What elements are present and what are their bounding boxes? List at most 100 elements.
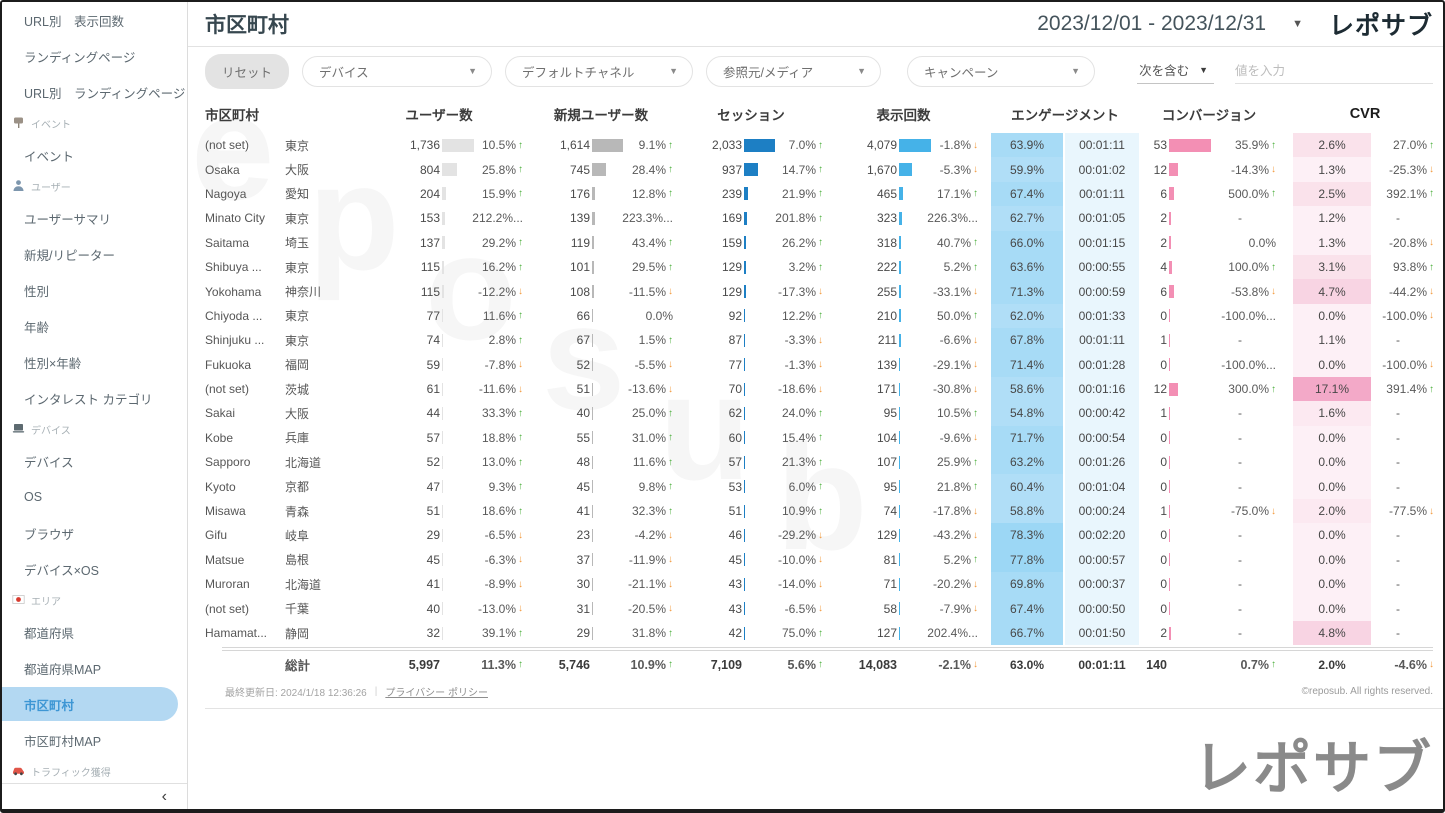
cell-engagement-rate: 63.6% xyxy=(991,255,1063,279)
cell-new-users: 119 xyxy=(526,231,626,255)
sidebar: URL別 表示回数ランディングページURL別 ランディングページイベントイベント… xyxy=(2,2,188,809)
cell-city: Sakai xyxy=(205,401,285,425)
column-header-cvr[interactable]: CVR xyxy=(1293,106,1437,122)
sidebar-item[interactable]: デバイス×OS xyxy=(2,551,187,587)
cell-engagement-time: 00:01:05 xyxy=(1065,206,1139,230)
column-header-engagement[interactable]: エンゲージメント xyxy=(991,104,1139,124)
cell-engagement-time: 00:01:15 xyxy=(1065,231,1139,255)
sidebar-item[interactable]: 性別 xyxy=(2,272,187,308)
cell-sessions: 43 xyxy=(676,596,776,620)
cell-views: 4,079 xyxy=(826,133,931,157)
delta-sessions: 24.0%↑ xyxy=(776,401,826,425)
delta-cvr: -4.6%↓ xyxy=(1371,658,1437,672)
delta-views: -9.6%↓ xyxy=(931,426,981,450)
delta-views: -2.1%↓ xyxy=(931,658,981,672)
column-header-sessions[interactable]: セッション xyxy=(676,104,826,124)
column-header-users[interactable]: ユーザー数 xyxy=(352,104,526,124)
delta-views: -30.8%↓ xyxy=(931,377,981,401)
delta-cvr: -100.0%↓ xyxy=(1371,304,1437,328)
sidebar-item[interactable]: URL別 表示回数 xyxy=(2,2,187,38)
chevron-down-icon: ▼ xyxy=(1199,65,1208,75)
cell-city: (not set) xyxy=(205,377,285,401)
column-header-views[interactable]: 表示回数 xyxy=(826,104,981,124)
filter-dropdown[interactable]: デバイス▼ xyxy=(302,56,492,87)
cell-conversions: 0 xyxy=(1139,450,1213,474)
sidebar-item[interactable]: 都道府県 xyxy=(2,614,187,650)
cell-new-users: 31 xyxy=(526,596,626,620)
cell-users: 115 xyxy=(352,279,476,303)
cell-new-users: 67 xyxy=(526,328,626,352)
date-range-picker[interactable]: 2023/12/01 - 2023/12/31 ▼ xyxy=(1037,12,1303,36)
table-row: Matsue島根45-6.3%↓37-11.9%↓45-10.0%↓815.2%… xyxy=(205,548,1443,572)
data-table: 市区町村 ユーザー数 新規ユーザー数 セッション 表示回数 エンゲージメント コ… xyxy=(188,95,1443,709)
delta-sessions: -14.0%↓ xyxy=(776,572,826,596)
cell-cvr: 0.0% xyxy=(1293,596,1371,620)
column-header-new-users[interactable]: 新規ユーザー数 xyxy=(526,104,676,124)
delta-views: 10.5%↑ xyxy=(931,401,981,425)
delta-cvr: -44.2%↓ xyxy=(1371,279,1437,303)
filter-dropdown-label: 参照元/メディア xyxy=(723,62,813,81)
delta-conversions: - xyxy=(1213,621,1279,645)
table-row: Hamamat...静岡3239.1%↑2931.8%↑4275.0%↑1272… xyxy=(205,621,1443,645)
cell-engagement-time: 00:00:42 xyxy=(1065,401,1139,425)
table-row: (not set)茨城61-11.6%↓51-13.6%↓70-18.6%↓17… xyxy=(205,377,1443,401)
sidebar-item[interactable]: 性別×年齢 xyxy=(2,344,187,380)
sidebar-item[interactable]: イベント xyxy=(2,137,187,173)
delta-sessions: 75.0%↑ xyxy=(776,621,826,645)
filter-dropdown[interactable]: デフォルトチャネル▼ xyxy=(505,56,693,87)
privacy-policy-link[interactable]: プライバシー ポリシー xyxy=(385,684,488,699)
delta-conversions: 300.0%↑ xyxy=(1213,377,1279,401)
sidebar-item[interactable]: 都道府県MAP xyxy=(2,650,187,686)
sidebar-item[interactable]: ユーザーサマリ xyxy=(2,200,187,236)
cell-prefecture: 愛知 xyxy=(285,182,352,206)
table-row: Gifu岐阜29-6.5%↓23-4.2%↓46-29.2%↓129-43.2%… xyxy=(205,523,1443,547)
cell-engagement-rate: 78.3% xyxy=(991,523,1063,547)
sidebar-item[interactable]: 年齢 xyxy=(2,308,187,344)
sidebar-item[interactable]: ブラウザ xyxy=(2,515,187,551)
cell-prefecture: 福岡 xyxy=(285,353,352,377)
sidebar-item[interactable]: 新規/リピーター xyxy=(2,236,187,272)
sidebar-item[interactable]: ランディングページ xyxy=(2,38,187,74)
cell-city: Misawa xyxy=(205,499,285,523)
table-row: (not set)千葉40-13.0%↓31-20.5%↓43-6.5%↓58-… xyxy=(205,596,1443,620)
brand-logo-large: レポサブ xyxy=(1193,721,1433,805)
cell-city: Nagoya xyxy=(205,182,285,206)
cell-prefecture: 茨城 xyxy=(285,377,352,401)
sidebar-item[interactable]: デバイス xyxy=(2,443,187,479)
sidebar-item[interactable]: インタレスト カテゴリ xyxy=(2,380,187,416)
cell-views: 465 xyxy=(826,182,931,206)
cell-city: (not set) xyxy=(205,596,285,620)
delta-users: -13.0%↓ xyxy=(476,596,526,620)
sidebar-item[interactable]: URL別 ランディングページ xyxy=(2,74,187,110)
delta-users: 33.3%↑ xyxy=(476,401,526,425)
condition-dropdown[interactable]: 次を含む ▼ xyxy=(1137,58,1214,84)
sidebar-item[interactable]: OS xyxy=(2,479,187,515)
cell-sessions: 70 xyxy=(676,377,776,401)
cell-city: Shinjuku ... xyxy=(205,328,285,352)
cell-new-users: 176 xyxy=(526,182,626,206)
filter-dropdown[interactable]: 参照元/メディア▼ xyxy=(706,56,881,87)
delta-users: 10.5%↑ xyxy=(476,133,526,157)
sidebar-item[interactable]: 市区町村MAP xyxy=(2,722,187,758)
filter-value-input[interactable] xyxy=(1235,58,1433,84)
table-row: Minato City東京153212.2%...139223.3%...169… xyxy=(205,206,1443,230)
delta-new-users: -11.9%↓ xyxy=(626,548,676,572)
cell-engagement-rate: 63.9% xyxy=(991,133,1063,157)
column-header-city[interactable]: 市区町村 xyxy=(205,104,352,124)
cell-prefecture: 大阪 xyxy=(285,157,352,181)
app-window: URL別 表示回数ランディングページURL別 ランディングページイベントイベント… xyxy=(0,0,1445,813)
sidebar-item-selected[interactable]: 市区町村 xyxy=(2,687,178,721)
delta-cvr: - xyxy=(1371,206,1437,230)
collapse-chevron-icon[interactable]: ‹ xyxy=(162,788,167,806)
column-header-conversions[interactable]: コンバージョン xyxy=(1139,104,1279,124)
delta-cvr: 27.0%↑ xyxy=(1371,133,1437,157)
delta-conversions: - xyxy=(1213,206,1279,230)
reset-button[interactable]: リセット xyxy=(205,54,289,89)
table-row: Muroran北海道41-8.9%↓30-21.1%↓43-14.0%↓71-2… xyxy=(205,572,1443,596)
filter-dropdown[interactable]: キャンペーン▼ xyxy=(907,56,1095,87)
cell-cvr: 1.1% xyxy=(1293,328,1371,352)
cell-prefecture: 千葉 xyxy=(285,596,352,620)
delta-sessions: 21.9%↑ xyxy=(776,182,826,206)
cell-prefecture: 神奈川 xyxy=(285,279,352,303)
cell-sessions: 42 xyxy=(676,621,776,645)
